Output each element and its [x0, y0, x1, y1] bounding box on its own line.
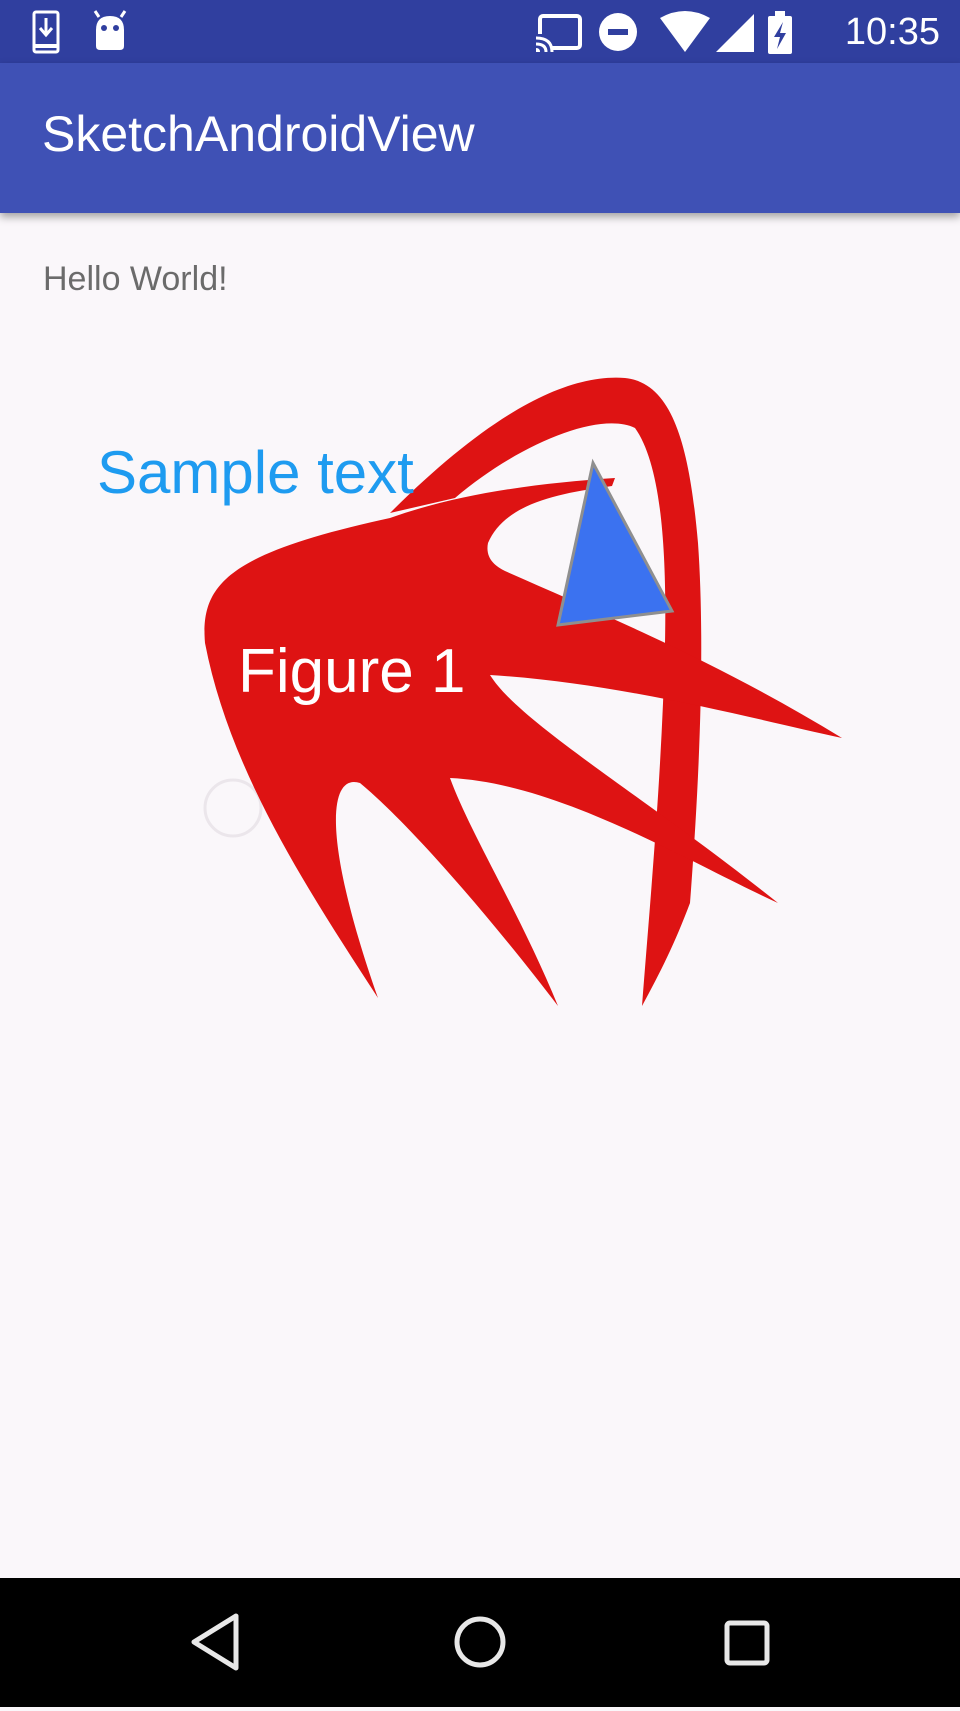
faint-circle-shape	[203, 778, 263, 838]
cell-signal-icon	[716, 14, 754, 52]
cast-icon	[534, 14, 582, 53]
home-icon[interactable]	[454, 1616, 506, 1668]
android-icon	[93, 10, 127, 50]
status-bar: 10:35	[0, 0, 960, 63]
status-left-icons	[32, 10, 127, 54]
navigation-bar	[0, 1578, 960, 1707]
sketch-canvas[interactable]	[0, 213, 960, 1578]
do-not-disturb-icon	[599, 13, 637, 51]
figure-label: Figure 1	[238, 637, 466, 706]
content-area[interactable]: Hello World! Sample text Figure 1	[0, 213, 960, 1578]
battery-charging-icon	[768, 11, 792, 54]
status-clock: 10:35	[844, 11, 940, 53]
wifi-icon	[660, 11, 710, 52]
recents-icon[interactable]	[724, 1620, 770, 1666]
nav-buttons	[180, 1598, 770, 1688]
app-bar: SketchAndroidView	[0, 63, 960, 213]
back-icon[interactable]	[180, 1598, 250, 1688]
download-icon	[32, 10, 60, 54]
status-right-icons	[534, 11, 792, 54]
sample-text: Sample text	[97, 439, 414, 506]
app-title: SketchAndroidView	[42, 106, 475, 162]
